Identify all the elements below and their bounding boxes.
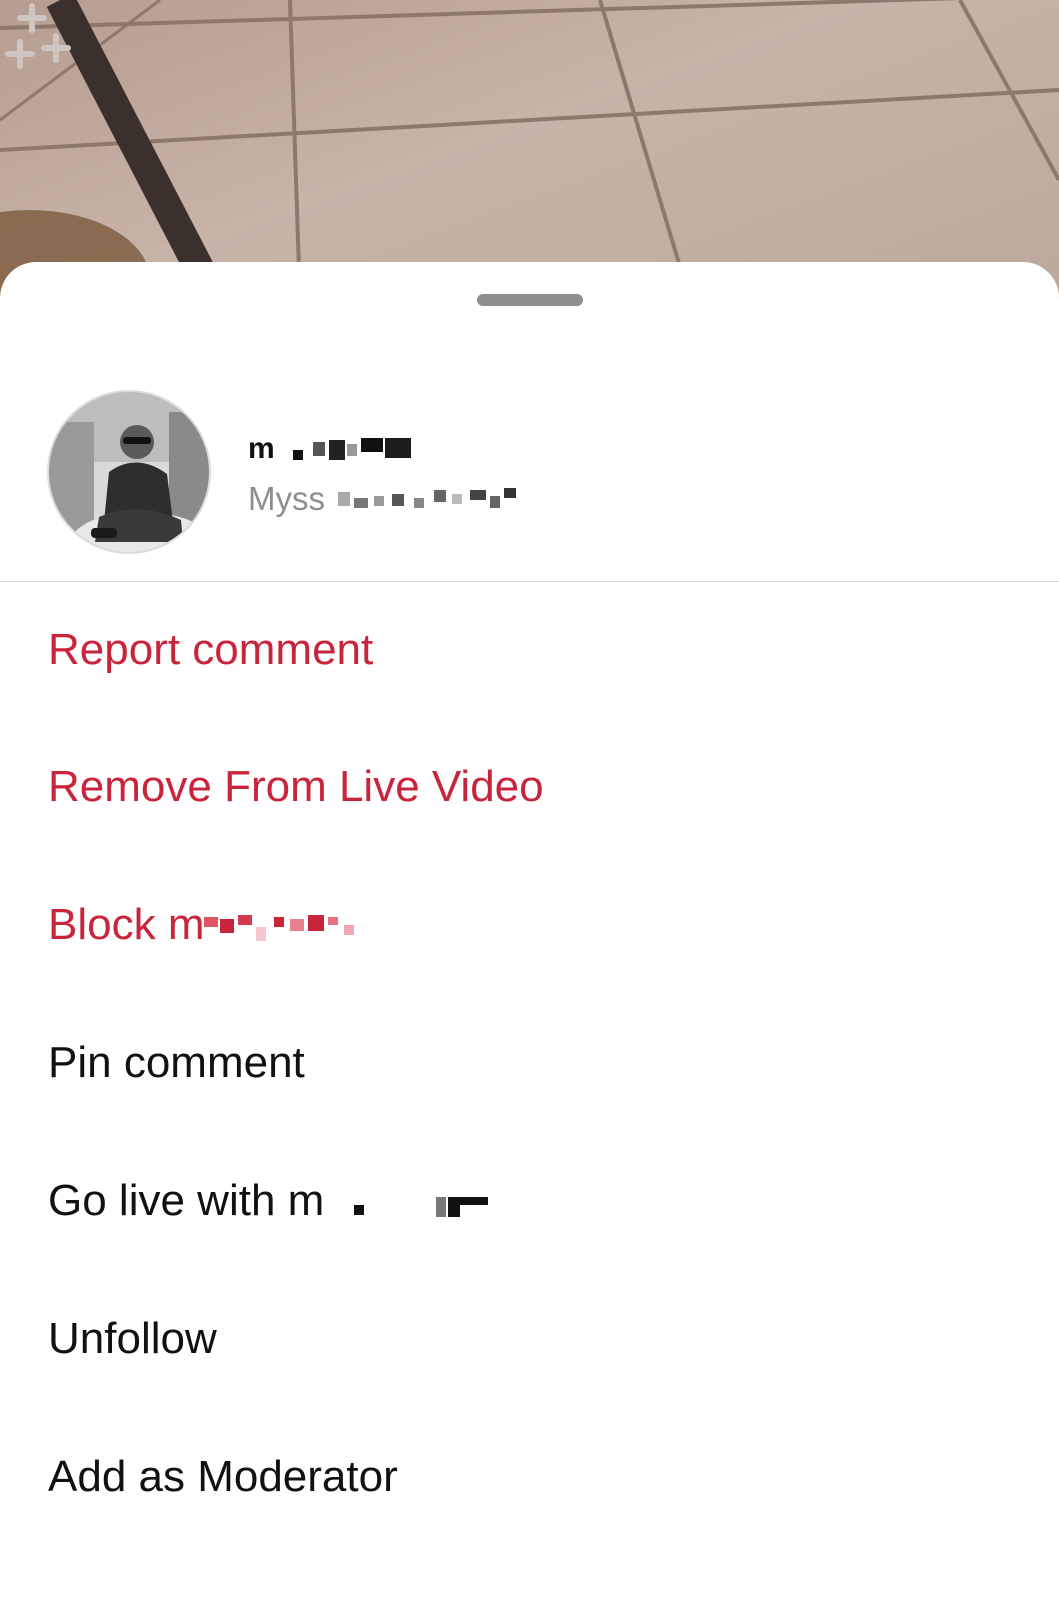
- live-video-background: [0, 0, 1059, 300]
- redaction-mosaic: [293, 438, 412, 461]
- report-comment-button[interactable]: Report comment: [0, 582, 1059, 718]
- handle-text: Myss: [248, 480, 325, 517]
- commenter-handle: Myss: [248, 480, 524, 518]
- pin-comment-button[interactable]: Pin comment: [0, 994, 1059, 1132]
- sheet-grabber-handle[interactable]: [477, 294, 583, 306]
- comment-options-menu: Report comment Remove From Live Video Bl…: [0, 582, 1059, 1546]
- go-live-with-button[interactable]: Go live with m: [0, 1132, 1059, 1270]
- menu-item-label: Pin comment: [48, 1038, 305, 1087]
- menu-item-label: Add as Moderator: [48, 1452, 398, 1501]
- add-as-moderator-button[interactable]: Add as Moderator: [0, 1408, 1059, 1546]
- comment-options-sheet: m Myss Report comment Remove From Live V…: [0, 262, 1059, 1600]
- block-user-button[interactable]: Block m: [0, 856, 1059, 994]
- avatar[interactable]: [47, 390, 211, 554]
- floor-tiles-image: [0, 0, 1059, 300]
- menu-item-label: Unfollow: [48, 1314, 217, 1363]
- menu-item-label: Block m: [48, 900, 205, 949]
- redaction-mosaic: [338, 488, 517, 509]
- commenter-profile-row[interactable]: m Myss: [0, 390, 1059, 558]
- remove-from-live-video-button[interactable]: Remove From Live Video: [0, 718, 1059, 856]
- menu-item-label: Go live with m: [48, 1176, 325, 1225]
- sparkles-icon[interactable]: [0, 0, 76, 76]
- redaction-mosaic: [204, 915, 355, 941]
- menu-item-label: Remove From Live Video: [48, 762, 544, 811]
- commenter-display-name: m: [248, 432, 417, 466]
- redaction-mosaic: [354, 1197, 489, 1217]
- unfollow-button[interactable]: Unfollow: [0, 1270, 1059, 1408]
- display-name-text: m: [248, 432, 276, 465]
- avatar-photo: [49, 392, 209, 552]
- menu-item-label: Report comment: [48, 625, 374, 674]
